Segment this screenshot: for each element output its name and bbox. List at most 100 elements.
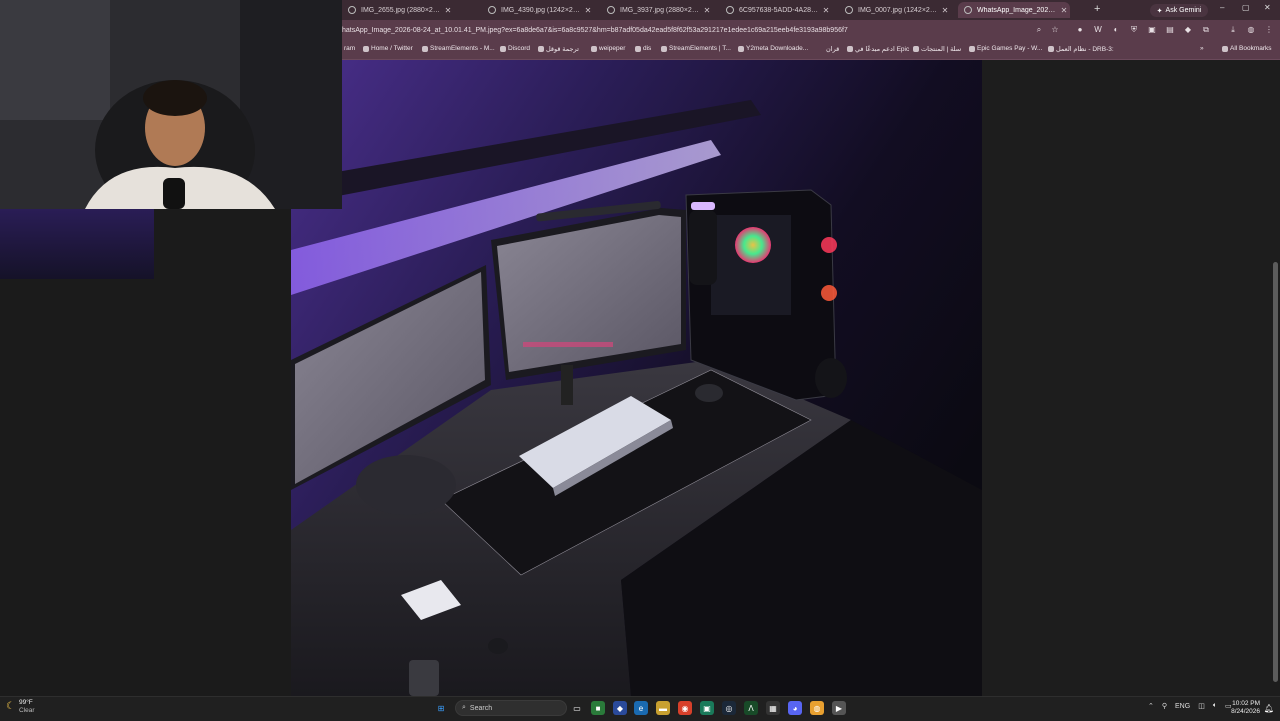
extension-icon[interactable]: ◆ [1183, 25, 1193, 35]
chrome-icon[interactable]: ◉ [678, 701, 692, 715]
browser-tab-strip: IMG_2655.jpg (2880×2160) ✕ IMG_4390.jpg … [342, 0, 1280, 20]
volume-icon[interactable]: 🔈︎ [1213, 702, 1217, 710]
steam-icon[interactable]: ◎ [722, 701, 736, 715]
app-icon[interactable]: ■ [591, 701, 605, 715]
taskbar-search[interactable]: ⌕ Search [455, 700, 567, 716]
discord-icon[interactable]: ◕ [788, 701, 802, 715]
profile-icon[interactable]: ◍ [1246, 25, 1256, 35]
browser-tab[interactable]: IMG_3937.jpg (2880×2160) ✕ [601, 2, 713, 18]
tab-label: 6C957638-5ADD-4A28-8935-2 [739, 6, 820, 14]
extension-icon[interactable]: ▣ [1147, 25, 1157, 35]
close-icon[interactable]: ✕ [701, 6, 713, 15]
chevron-up-icon[interactable]: ⌃ [1148, 702, 1154, 710]
all-bookmarks-button[interactable]: All Bookmarks [1222, 45, 1272, 52]
bookmark-label: ram [344, 45, 356, 52]
zoom-icon[interactable]: ⌕ [1034, 25, 1044, 35]
maximize-button[interactable]: ▢ [1242, 3, 1250, 12]
bookmark-item[interactable]: weipeper [591, 45, 625, 52]
close-window-button[interactable]: ✕ [1264, 3, 1271, 12]
bookmark-item[interactable]: قران [826, 45, 839, 53]
url-field[interactable]: hatsApp_Image_2026-08-24_at_10.01.41_PM.… [342, 27, 848, 34]
browser-tab-active[interactable]: WhatsApp_Image_2026-08-24 ✕ [958, 2, 1070, 18]
bookmark-item[interactable]: StreamElements | T... [661, 45, 731, 52]
displayed-photo[interactable] [291, 60, 982, 696]
media-player-icon[interactable]: ▶ [832, 701, 846, 715]
tab-label: IMG_2655.jpg (2880×2160) [361, 6, 442, 14]
bookmark-item[interactable]: Discord [500, 45, 530, 52]
close-icon[interactable]: ✕ [820, 6, 832, 15]
extension-icon[interactable]: ● [1075, 25, 1085, 35]
discord-icon [500, 45, 506, 52]
system-tray[interactable]: ⌃ ⚲ ENG ◫ 🔈︎ ▭ [1148, 702, 1232, 710]
close-icon[interactable]: ✕ [582, 6, 594, 15]
bookmark-label: ترجمة قوقل [546, 46, 579, 53]
close-icon[interactable]: ✕ [442, 6, 454, 15]
scrollbar-thumb[interactable] [1273, 262, 1278, 682]
ask-gemini-button[interactable]: ✦ Ask Gemini [1150, 4, 1208, 17]
tab-label: IMG_0007.jpg (1242×2208) [858, 6, 939, 14]
streamelements-icon [422, 45, 428, 52]
bookmark-label: dis [643, 45, 652, 52]
shield-icon[interactable]: ⛨ [1129, 25, 1139, 35]
clock-date: 8/24/2026 [1231, 708, 1260, 715]
browser-tab[interactable]: 6C957638-5ADD-4A28-8935-2 ✕ [720, 2, 832, 18]
bookmark-item[interactable]: ترجمة قوقل [538, 45, 579, 53]
network-icon[interactable]: ◫ [1198, 702, 1205, 710]
globe-icon [845, 6, 853, 14]
browser-tab[interactable]: IMG_0007.jpg (1242×2208) ✕ [839, 2, 951, 18]
copilot-icon[interactable]: ◆ [613, 701, 627, 715]
bookmark-label: weipeper [599, 45, 626, 52]
file-explorer-icon[interactable]: ▬ [656, 701, 670, 715]
bookmark-item[interactable]: ادعم مبدعًا في Epic [847, 45, 909, 53]
tab-label: IMG_3937.jpg (2880×2160) [620, 6, 701, 14]
app-icon[interactable]: Λ [744, 701, 758, 715]
bookmark-label: سلة | المنتجات [921, 46, 962, 53]
google-translate-icon [538, 46, 544, 52]
notification-bell-icon[interactable]: 🔔︎ [1262, 701, 1276, 715]
bookmark-site-icon [591, 45, 597, 52]
extension-icon[interactable]: W [1093, 25, 1103, 35]
sparkle-icon: ✦ [1156, 7, 1163, 15]
bookmark-label: ادعم مبدعًا في Epic [855, 46, 910, 53]
extension-icon[interactable]: ◐ [1111, 25, 1121, 35]
bookmark-item[interactable]: Home / Twitter [363, 45, 413, 52]
weather-widget[interactable]: ☾ 99°F Clear [6, 699, 35, 715]
browser-tab[interactable]: IMG_2655.jpg (2880×2160) ✕ [342, 2, 454, 18]
close-icon[interactable]: ✕ [1058, 6, 1070, 15]
minimize-button[interactable]: – [1220, 3, 1224, 12]
bookmark-label: Epic Games Pay - W... [977, 45, 1043, 52]
taskbar-clock[interactable]: 10:02 PM 8/24/2026 [1228, 700, 1260, 716]
bookmark-item[interactable]: Y2meta Downloade... [738, 45, 808, 52]
windows-start-icon[interactable]: ⊞ [434, 701, 448, 715]
chevron-right-icon: » [1200, 45, 1204, 52]
bookmark-item[interactable]: dis [635, 45, 651, 52]
clock-time: 10:02 PM [1232, 700, 1260, 707]
app-icon[interactable]: ▣ [700, 701, 714, 715]
app-icon[interactable]: ▦ [766, 701, 780, 715]
language-indicator[interactable]: ENG [1175, 703, 1190, 710]
globe-icon [348, 6, 356, 14]
bookmark-item[interactable]: StreamElements - M... [422, 45, 495, 52]
bookmark-star-icon[interactable]: ☆ [1050, 25, 1060, 35]
task-view-icon[interactable]: ▭ [570, 701, 584, 715]
bookmark-item[interactable]: Epic Games Pay - W... [969, 45, 1042, 52]
close-icon[interactable]: ✕ [939, 6, 951, 15]
bookmark-item[interactable]: نظام العمل - DRB-3: [1048, 45, 1114, 53]
browser-tab[interactable]: IMG_4390.jpg (1242×2208) ✕ [482, 2, 594, 18]
moon-icon: ☾ [6, 701, 15, 712]
bookmark-label: StreamElements | T... [669, 45, 731, 52]
edge-icon[interactable]: e [634, 701, 648, 715]
microphone-icon[interactable]: ⚲ [1162, 702, 1167, 710]
weather-desc: Clear [18, 707, 35, 714]
bookmark-item[interactable]: ram [344, 45, 355, 52]
bookmarks-overflow-button[interactable]: » [1200, 45, 1204, 52]
tab-label: IMG_4390.jpg (1242×2208) [501, 6, 582, 14]
extension-icon[interactable]: ▤ [1165, 25, 1175, 35]
menu-icon[interactable]: ⋮ [1264, 25, 1274, 35]
bookmark-item[interactable]: سلة | المنتجات [913, 45, 961, 53]
new-tab-button[interactable]: + [1094, 3, 1100, 15]
folder-icon [1222, 45, 1228, 52]
download-icon[interactable]: ⤓ [1228, 25, 1238, 35]
puzzle-icon[interactable]: ⧉ [1201, 25, 1211, 35]
app-icon[interactable]: ◍ [810, 701, 824, 715]
